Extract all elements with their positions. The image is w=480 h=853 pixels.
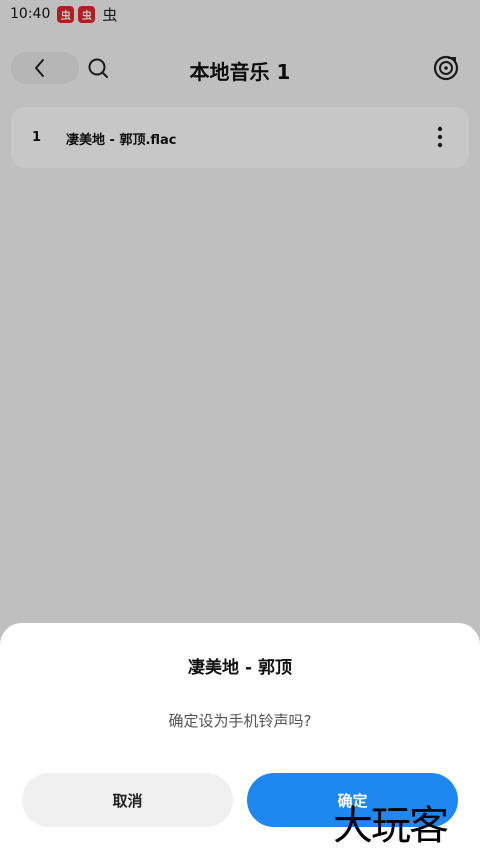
dialog-message: 确定设为手机铃声吗? [168,712,312,730]
dialog-title: 凄美地 - 郭顶 [188,658,292,678]
watermark: 大玩客 [333,803,449,849]
cancel-button[interactable]: 取消 [22,773,233,827]
